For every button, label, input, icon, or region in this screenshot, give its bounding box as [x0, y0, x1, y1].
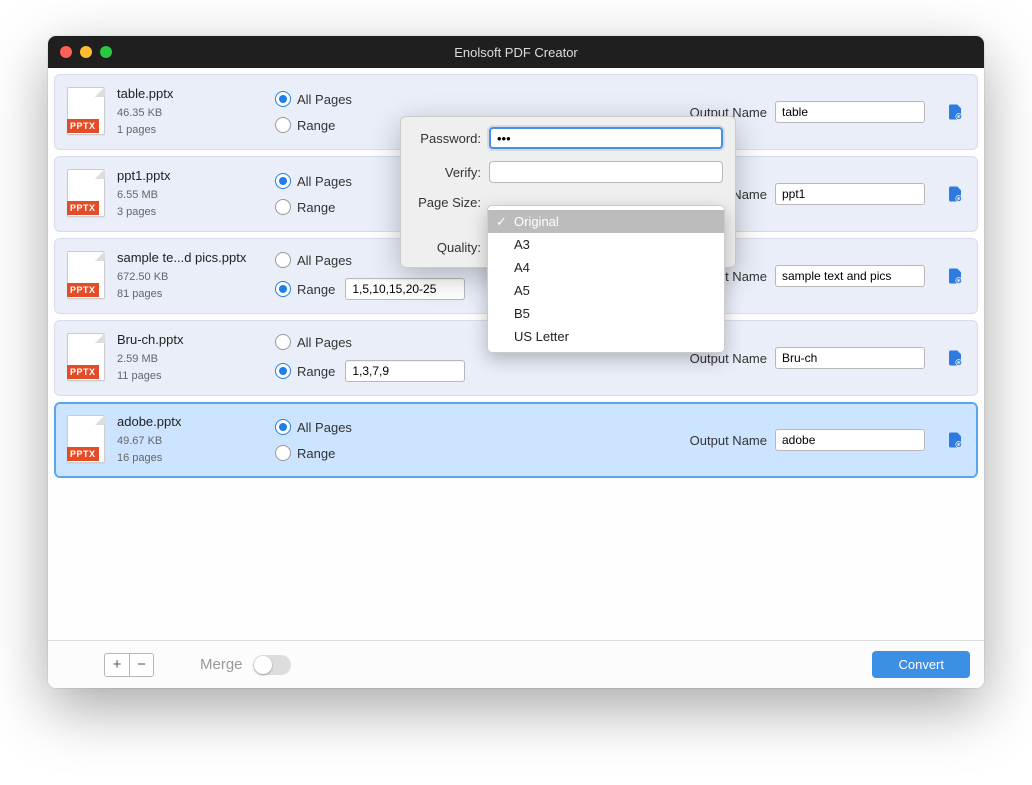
file-size: 672.50 KB — [117, 269, 267, 286]
file-type-icon: PPTX — [67, 251, 109, 301]
file-page-count: 16 pages — [117, 450, 267, 467]
verify-label: Verify: — [413, 165, 481, 180]
range-input[interactable] — [345, 278, 465, 300]
file-meta: table.pptx 46.35 KB1 pages — [117, 86, 267, 138]
file-row[interactable]: PPTX adobe.pptx 49.67 KB16 pages All Pages R… — [54, 402, 978, 478]
page-size-option[interactable]: A5 — [488, 279, 724, 302]
page-size-option[interactable]: B5 — [488, 302, 724, 325]
row-settings-icon[interactable] — [945, 265, 965, 287]
file-meta: Bru-ch.pptx 2.59 MB11 pages — [117, 332, 267, 384]
output-name-input[interactable] — [775, 183, 925, 205]
output-name-input[interactable] — [775, 429, 925, 451]
convert-button[interactable]: Convert — [872, 651, 970, 678]
page-size-option[interactable]: US Letter — [488, 325, 724, 348]
range-radio[interactable]: Range — [275, 445, 335, 461]
quality-label: Quality: — [413, 240, 481, 255]
file-page-count: 3 pages — [117, 204, 267, 221]
maximize-window-button[interactable] — [100, 46, 112, 58]
remove-file-button[interactable]: − — [129, 654, 153, 676]
page-size-dropdown[interactable]: OriginalA3A4A5B5US Letter — [487, 205, 725, 353]
window-controls — [60, 46, 112, 58]
file-size: 49.67 KB — [117, 433, 267, 450]
file-type-icon: PPTX — [67, 169, 109, 219]
app-window: Enolsoft PDF Creator PPTX table.pptx 46.35… — [48, 36, 984, 688]
file-size: 2.59 MB — [117, 351, 267, 368]
range-input[interactable] — [345, 360, 465, 382]
file-type-icon: PPTX — [67, 333, 109, 383]
password-label: Password: — [413, 131, 481, 146]
file-size: 6.55 MB — [117, 187, 267, 204]
password-input[interactable] — [489, 127, 723, 149]
file-type-icon: PPTX — [67, 87, 109, 137]
file-type-icon: PPTX — [67, 415, 109, 465]
file-meta: sample te...d pics.pptx 672.50 KB81 pages — [117, 250, 267, 302]
all-pages-radio[interactable]: All Pages — [275, 91, 475, 107]
merge-label: Merge — [200, 656, 243, 673]
output-name-label: Output Name — [690, 433, 767, 448]
file-page-count: 1 pages — [117, 122, 267, 139]
merge-control: Merge — [200, 655, 291, 675]
file-name: adobe.pptx — [117, 414, 267, 429]
page-size-option[interactable]: A3 — [488, 233, 724, 256]
file-page-count: 81 pages — [117, 286, 267, 303]
minimize-window-button[interactable] — [80, 46, 92, 58]
range-radio[interactable]: Range — [275, 199, 335, 215]
content-area: PPTX table.pptx 46.35 KB1 pages All Pages Ra… — [48, 68, 984, 688]
add-file-button[interactable]: + — [105, 654, 129, 676]
verify-input[interactable] — [489, 161, 723, 183]
output-name-group: Output Name — [690, 347, 925, 369]
page-size-label: Page Size: — [413, 195, 481, 210]
add-remove-group: + − — [104, 653, 154, 677]
merge-toggle[interactable] — [253, 655, 291, 675]
page-range-group: All Pages Range — [275, 334, 475, 382]
page-size-option[interactable]: A4 — [488, 256, 724, 279]
output-name-input[interactable] — [775, 265, 925, 287]
range-radio[interactable]: Range — [275, 117, 335, 133]
row-settings-icon[interactable] — [945, 101, 965, 123]
file-meta: adobe.pptx 49.67 KB16 pages — [117, 414, 267, 466]
row-settings-icon[interactable] — [945, 429, 965, 451]
page-size-option[interactable]: Original — [488, 210, 724, 233]
range-radio[interactable]: Range — [275, 281, 335, 297]
file-name: sample te...d pics.pptx — [117, 250, 267, 265]
titlebar: Enolsoft PDF Creator — [48, 36, 984, 68]
file-name: Bru-ch.pptx — [117, 332, 267, 347]
file-name: table.pptx — [117, 86, 267, 101]
bottom-bar: + − Merge Convert — [48, 640, 984, 688]
page-range-group: All Pages Range — [275, 419, 475, 461]
file-name: ppt1.pptx — [117, 168, 267, 183]
settings-popover: Password: Verify: Page Size: Quality: Or… — [400, 116, 736, 268]
row-settings-icon[interactable] — [945, 347, 965, 369]
output-name-group: Output Name — [690, 429, 925, 451]
close-window-button[interactable] — [60, 46, 72, 58]
window-title: Enolsoft PDF Creator — [48, 45, 984, 60]
file-page-count: 11 pages — [117, 368, 267, 385]
all-pages-radio[interactable]: All Pages — [275, 419, 475, 435]
all-pages-radio[interactable]: All Pages — [275, 334, 475, 350]
file-meta: ppt1.pptx 6.55 MB3 pages — [117, 168, 267, 220]
output-name-input[interactable] — [775, 101, 925, 123]
file-size: 46.35 KB — [117, 105, 267, 122]
range-radio[interactable]: Range — [275, 363, 335, 379]
output-name-input[interactable] — [775, 347, 925, 369]
row-settings-icon[interactable] — [945, 183, 965, 205]
